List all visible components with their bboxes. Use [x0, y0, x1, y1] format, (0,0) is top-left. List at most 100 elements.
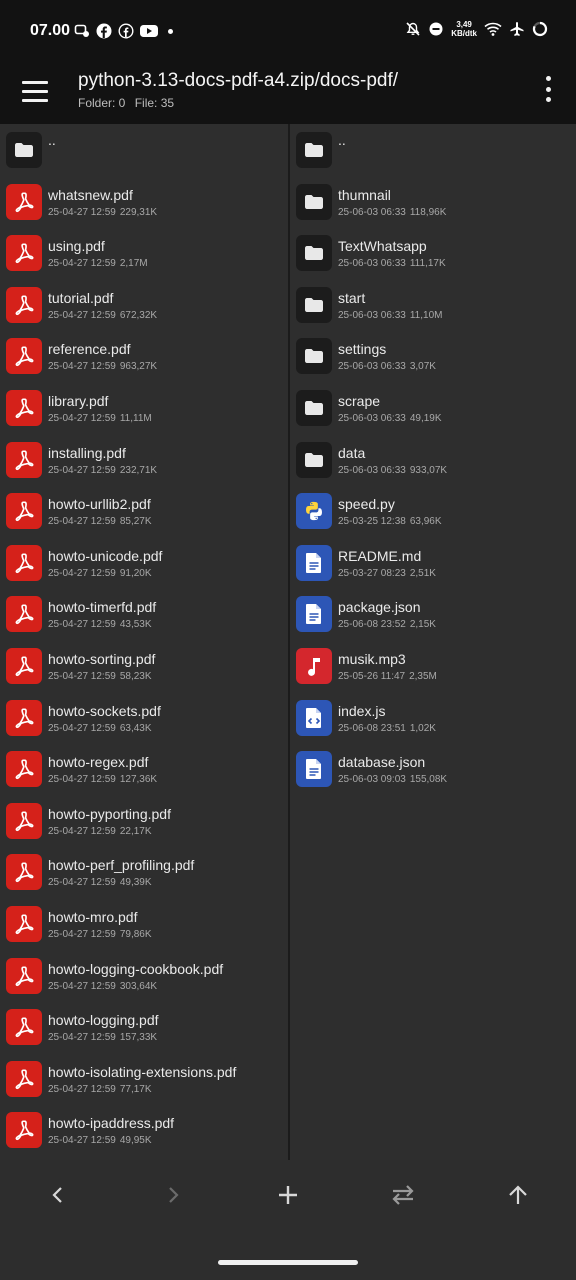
network-speed-unit: KB/dtk: [451, 29, 477, 38]
folder-count: Folder: 0: [78, 96, 126, 110]
item-date: 25-04-27 12:59: [48, 670, 116, 682]
file-row[interactable]: using.pdf 25-04-27 12:59 2,17M: [0, 227, 288, 279]
file-row[interactable]: howto-unicode.pdf 25-04-27 12:59 91,20K: [0, 537, 288, 589]
battery-icon: [532, 21, 548, 37]
item-size: 111,17K: [409, 258, 446, 270]
item-meta: 25-04-27 12:59 232,71K: [48, 465, 157, 476]
pdf-icon: [6, 1060, 42, 1097]
item-date: 25-04-27 12:59: [48, 464, 116, 476]
folder-row[interactable]: settings 25-06-03 06:33 3,07K: [290, 330, 576, 382]
file-row[interactable]: howto-sockets.pdf 25-04-27 12:59 63,43K: [0, 692, 288, 744]
file-row[interactable]: howto-logging-cookbook.pdf 25-04-27 12:59…: [0, 950, 288, 1002]
item-size: 58,23K: [119, 670, 152, 682]
item-name: howto-timerfd.pdf: [48, 599, 157, 616]
path-summary: Folder: 0 File: 35: [78, 96, 174, 110]
item-size: 3,07K: [409, 361, 436, 373]
menu-icon[interactable]: [22, 78, 52, 104]
item-date: 25-04-27 12:59: [48, 206, 116, 218]
file-row[interactable]: howto-isolating-extensions.pdf 25-04-27 1…: [0, 1053, 288, 1105]
item-size: 232,71K: [119, 464, 158, 476]
bottom-toolbar: [0, 1160, 576, 1280]
swap-panes-button[interactable]: [383, 1180, 423, 1210]
file-row[interactable]: howto-regex.pdf 25-04-27 12:59 127,36K: [0, 743, 288, 795]
item-size: 49,95K: [119, 1135, 152, 1147]
back-button[interactable]: [38, 1180, 78, 1210]
parent-folder-row[interactable]: ..: [290, 124, 576, 176]
item-date: 25-04-27 12:59: [48, 825, 116, 837]
folder-row[interactable]: start 25-06-03 06:33 11,10M: [290, 279, 576, 331]
item-name: database.json: [338, 754, 426, 771]
file-row[interactable]: installing.pdf 25-04-27 12:59 232,71K: [0, 434, 288, 486]
pdf-icon: [6, 647, 42, 684]
file-row[interactable]: musik.mp3 25-05-26 11:47 2,35M: [290, 640, 576, 692]
item-date: 25-04-27 12:59: [48, 877, 116, 889]
file-row[interactable]: index.js 25-06-08 23:51 1,02K: [290, 692, 576, 744]
item-name: using.pdf: [48, 238, 105, 255]
file-row[interactable]: howto-urllib2.pdf 25-04-27 12:59 85,27K: [0, 485, 288, 537]
item-name: README.md: [338, 547, 422, 564]
item-name: settings: [338, 341, 387, 358]
item-meta: 25-04-27 12:59 229,31K: [48, 207, 157, 218]
item-date: 25-03-27 08:23: [338, 567, 406, 579]
item-name: data: [338, 444, 366, 461]
item-size: 155,08K: [409, 774, 448, 786]
file-row[interactable]: README.md 25-03-27 08:23 2,51K: [290, 537, 576, 589]
home-indicator[interactable]: [218, 1260, 358, 1265]
app-header: python-3.13-docs-pdf-a4.zip/docs-pdf/ Fo…: [0, 60, 576, 124]
more-options-icon[interactable]: [544, 76, 552, 102]
folder-row[interactable]: scrape 25-06-03 06:33 49,19K: [290, 382, 576, 434]
item-name: howto-logging-cookbook.pdf: [48, 960, 224, 977]
item-meta: 25-04-27 12:59 43,53K: [48, 619, 152, 630]
item-meta: 25-04-27 12:59 2,17M: [48, 258, 148, 269]
file-row[interactable]: tutorial.pdf 25-04-27 12:59 672,32K: [0, 279, 288, 331]
add-button[interactable]: [268, 1180, 308, 1210]
file-row[interactable]: howto-ipaddress.pdf 25-04-27 12:59 49,95K: [0, 1104, 288, 1156]
file-row[interactable]: howto-logging.pdf 25-04-27 12:59 157,33K: [0, 1001, 288, 1053]
path-title: python-3.13-docs-pdf-a4.zip/docs-pdf/: [78, 70, 399, 91]
item-name: scrape: [338, 392, 381, 409]
folder-row[interactable]: thumnail 25-06-03 06:33 118,96K: [290, 176, 576, 228]
item-meta: 25-04-27 12:59 11,11M: [48, 413, 152, 424]
item-size: 2,17M: [119, 258, 148, 270]
file-row[interactable]: howto-pyporting.pdf 25-04-27 12:59 22,17K: [0, 795, 288, 847]
forward-button[interactable]: [153, 1180, 193, 1210]
audio-file-icon: [296, 647, 332, 684]
file-row[interactable]: speed.py 25-03-25 12:38 63,96K: [290, 485, 576, 537]
item-meta: 25-06-03 06:33 49,19K: [338, 413, 442, 424]
item-date: 25-04-27 12:59: [48, 774, 116, 786]
wifi-icon: [484, 21, 502, 37]
swap-icon: [392, 1185, 414, 1205]
item-size: 118,96K: [409, 206, 447, 218]
file-row[interactable]: howto-perf_profiling.pdf 25-04-27 12:59 49…: [0, 846, 288, 898]
parent-folder-row[interactable]: ..: [0, 124, 288, 176]
item-date: 25-04-27 12:59: [48, 1032, 116, 1044]
item-date: 25-04-27 12:59: [48, 619, 116, 631]
folder-icon: [6, 132, 42, 168]
parent-directory-button[interactable]: [498, 1180, 538, 1210]
item-name: library.pdf: [48, 392, 109, 409]
python-icon: [296, 493, 332, 530]
up-icon: [509, 1185, 527, 1204]
item-meta: 25-04-27 12:59 157,33K: [48, 1032, 157, 1043]
file-row[interactable]: howto-timerfd.pdf 25-04-27 12:59 43,53K: [0, 588, 288, 640]
item-size: 85,27K: [119, 516, 152, 528]
left-pane: .. whatsnew.pdf 25-04-27 12:59 229,31K usin…: [0, 124, 288, 1160]
item-date: 25-06-03 06:33: [338, 206, 406, 218]
file-row[interactable]: howto-mro.pdf 25-04-27 12:59 79,86K: [0, 898, 288, 950]
folder-icon: [296, 389, 332, 426]
item-size: 157,33K: [119, 1032, 158, 1044]
file-row[interactable]: whatsnew.pdf 25-04-27 12:59 229,31K: [0, 176, 288, 228]
pdf-icon: [6, 957, 42, 994]
item-date: 25-04-27 12:59: [48, 412, 116, 424]
item-name: howto-ipaddress.pdf: [48, 1115, 175, 1132]
file-row[interactable]: reference.pdf 25-04-27 12:59 963,27K: [0, 330, 288, 382]
folder-row[interactable]: data 25-06-03 06:33 933,07K: [290, 434, 576, 486]
file-row[interactable]: howto-sorting.pdf 25-04-27 12:59 58,23K: [0, 640, 288, 692]
folder-row[interactable]: TextWhatsapp 25-06-03 06:33 111,17K: [290, 227, 576, 279]
left-file-list: whatsnew.pdf 25-04-27 12:59 229,31K using.p…: [0, 176, 288, 1156]
folder-icon: [296, 183, 332, 220]
file-row[interactable]: package.json 25-06-08 23:52 2,15K: [290, 588, 576, 640]
file-row[interactable]: database.json 25-06-03 09:03 155,08K: [290, 743, 576, 795]
item-size: 933,07K: [409, 464, 448, 476]
file-row[interactable]: library.pdf 25-04-27 12:59 11,11M: [0, 382, 288, 434]
